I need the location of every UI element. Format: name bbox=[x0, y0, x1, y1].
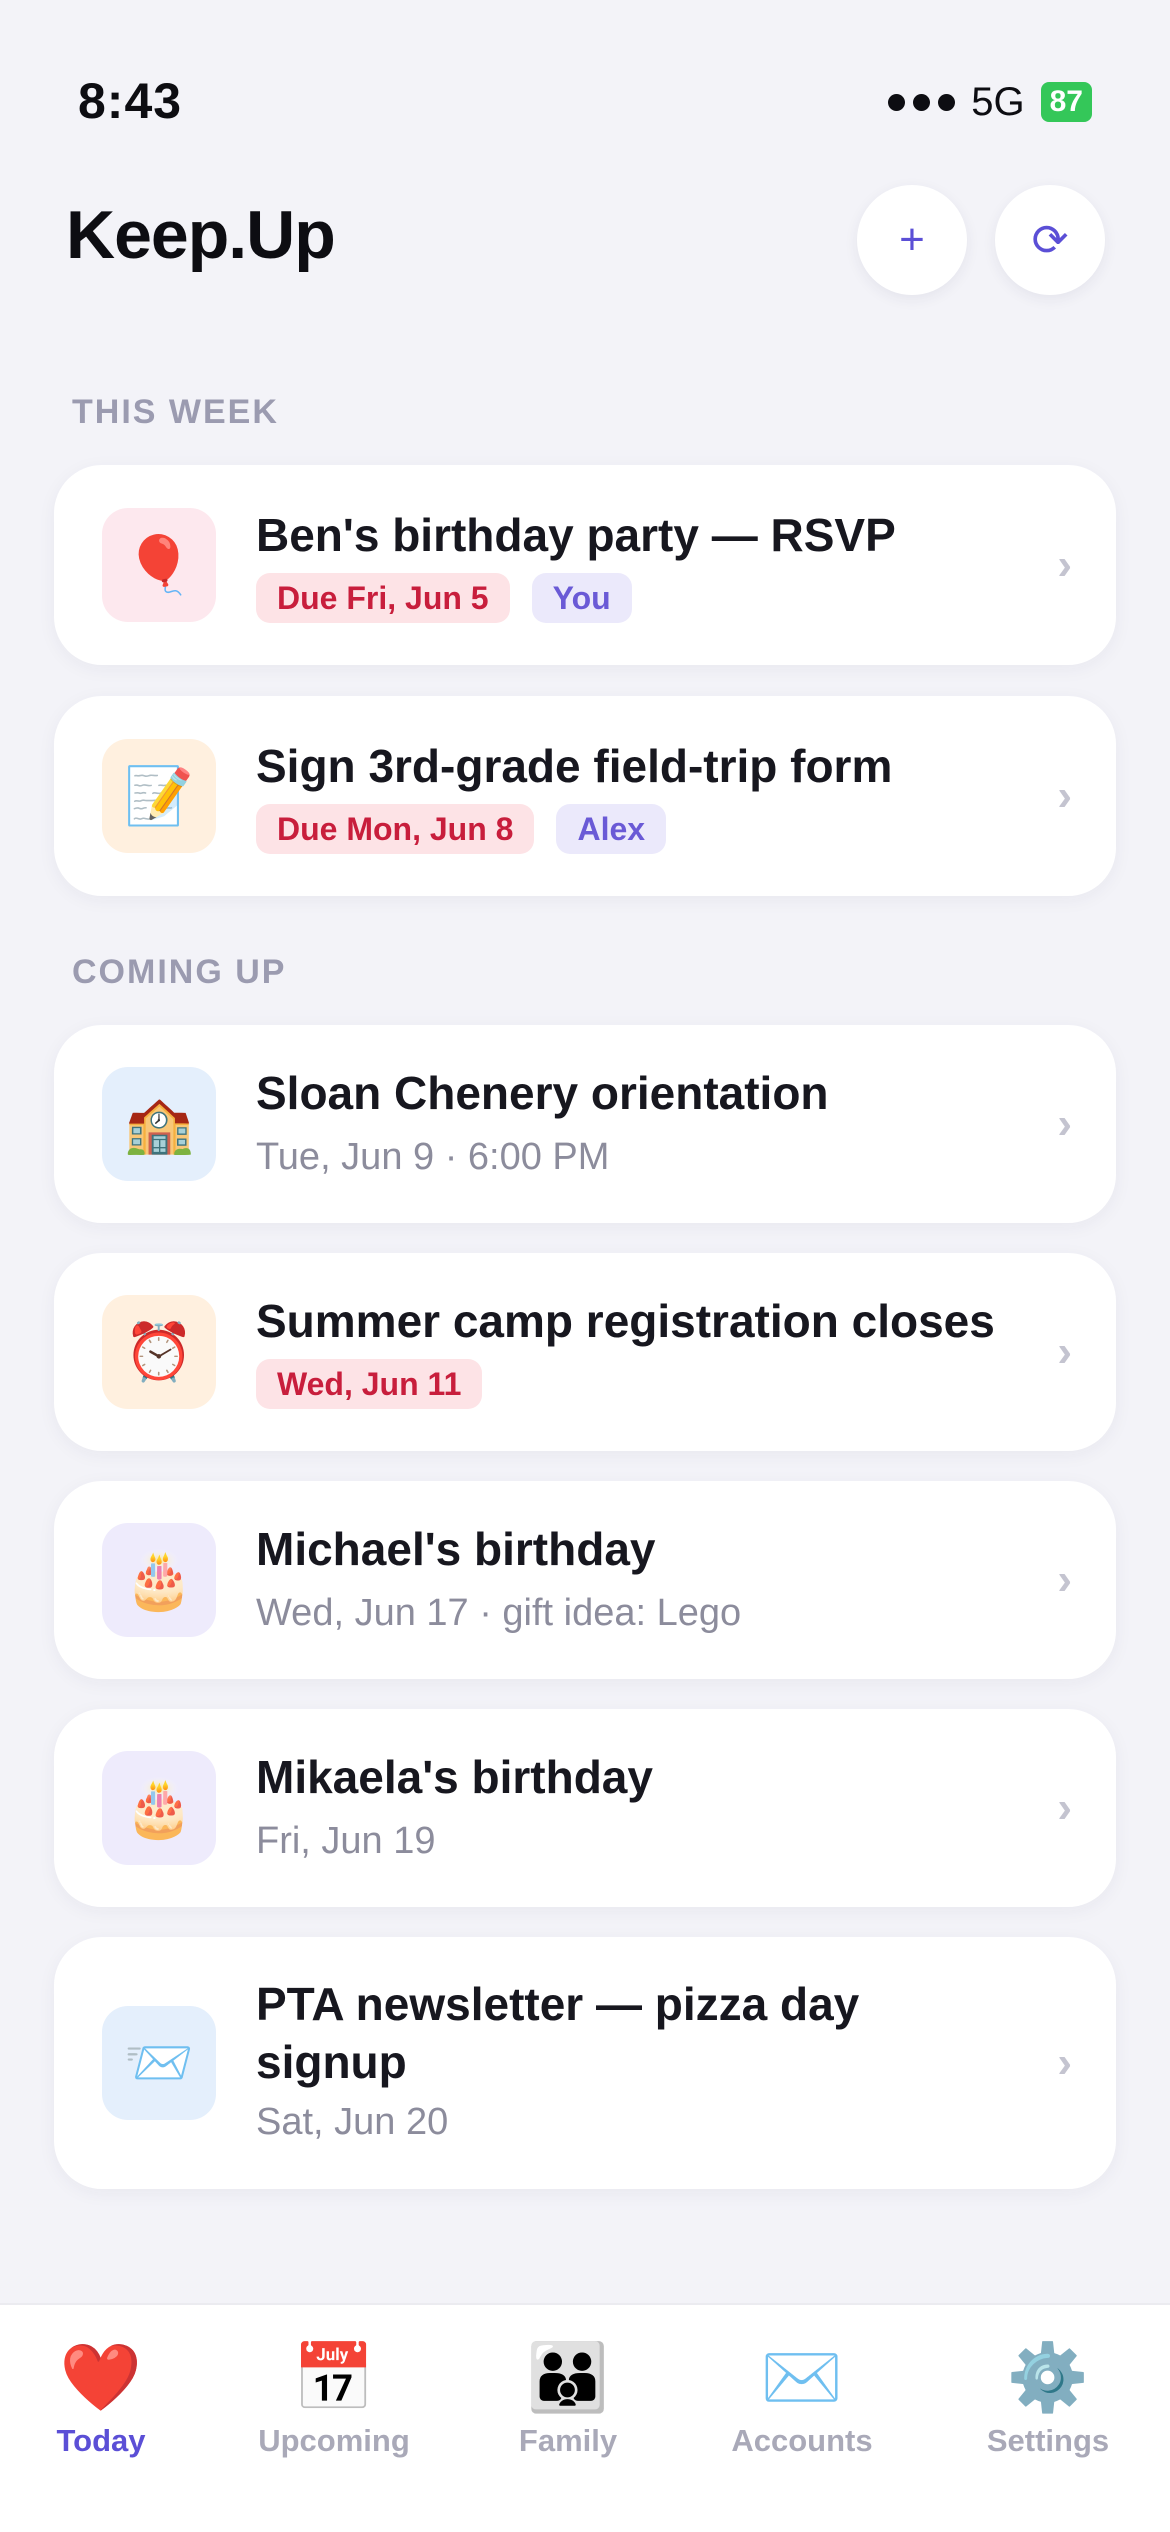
heart-icon: ❤️ bbox=[59, 2340, 143, 2414]
chevron-right-icon: › bbox=[1057, 1555, 1072, 1604]
assignee-badge: Alex bbox=[556, 804, 667, 854]
event-card[interactable]: 🎂 Michael's birthday Wed, Jun 17 · gift … bbox=[54, 1481, 1116, 1679]
tab-upcoming[interactable]: 📅 Upcoming bbox=[234, 2339, 434, 2459]
envelope-icon: 📨 bbox=[102, 2006, 216, 2120]
status-bar: 8:43 5G 87 bbox=[0, 0, 1170, 150]
card-subtitle: Tue, Jun 9 · 6:00 PM bbox=[256, 1136, 610, 1178]
card-title: Mikaela's birthday bbox=[256, 1751, 653, 1803]
card-title: Sloan Chenery orientation bbox=[256, 1067, 829, 1119]
tab-label: Upcoming bbox=[258, 2423, 410, 2458]
status-time: 8:43 bbox=[78, 73, 183, 129]
tab-today[interactable]: ❤️ Today bbox=[1, 2339, 201, 2459]
birthday-cake-icon: 🎂 bbox=[102, 1523, 216, 1637]
card-subtitle: Fri, Jun 19 bbox=[256, 1820, 436, 1862]
gear-icon: ⚙️ bbox=[1006, 2340, 1090, 2414]
card-subtitle: Sat, Jun 20 bbox=[256, 2101, 449, 2143]
task-card[interactable]: 🎈 Ben's birthday party — RSVP Due Fri, J… bbox=[54, 465, 1116, 665]
section-label-this-week: THIS WEEK bbox=[72, 393, 279, 431]
due-badge: Wed, Jun 11 bbox=[256, 1359, 483, 1409]
card-title: Sign 3rd-grade field-trip form bbox=[256, 740, 893, 792]
task-card[interactable]: 📝 Sign 3rd-grade field-trip form Due Mon… bbox=[54, 696, 1116, 896]
event-card[interactable]: 🏫 Sloan Chenery orientation Tue, Jun 9 ·… bbox=[54, 1025, 1116, 1223]
chevron-right-icon: › bbox=[1057, 1327, 1072, 1376]
chevron-right-icon: › bbox=[1057, 771, 1072, 820]
family-icon: 👪 bbox=[526, 2340, 610, 2414]
section-label-coming-up: COMING UP bbox=[72, 953, 287, 991]
event-card[interactable]: 🎂 Mikaela's birthday Fri, Jun 19 › bbox=[54, 1709, 1116, 1907]
tab-label: Today bbox=[56, 2423, 146, 2458]
tab-bar: ❤️ Today 📅 Upcoming 👪 Family ✉️ Accounts… bbox=[0, 2303, 1170, 2532]
assignee-badge: You bbox=[531, 573, 632, 623]
battery-indicator: 87 bbox=[1040, 82, 1092, 122]
tab-label: Settings bbox=[986, 2423, 1110, 2458]
card-title: PTA newsletter — pizza day signup bbox=[256, 1978, 860, 2088]
tab-accounts[interactable]: ✉️ Accounts bbox=[702, 2339, 902, 2459]
app-title: Keep.Up bbox=[66, 197, 336, 273]
plus-icon: + bbox=[899, 215, 925, 264]
mail-icon: ✉️ bbox=[760, 2340, 844, 2414]
due-badge: Due Fri, Jun 5 bbox=[256, 573, 510, 623]
card-title: Michael's birthday bbox=[256, 1523, 656, 1575]
event-card[interactable]: ⏰ Summer camp registration closes Wed, J… bbox=[54, 1253, 1116, 1451]
card-title: Summer camp registration closes bbox=[256, 1295, 995, 1347]
tab-label: Accounts bbox=[731, 2423, 873, 2458]
tab-label: Family bbox=[518, 2423, 618, 2458]
school-icon: 🏫 bbox=[102, 1067, 216, 1181]
birthday-cake-icon: 🎂 bbox=[102, 1751, 216, 1865]
chevron-right-icon: › bbox=[1057, 1783, 1072, 1832]
calendar-icon: 📅 bbox=[292, 2340, 376, 2414]
refresh-icon: ⟳ bbox=[1031, 215, 1069, 265]
chevron-right-icon: › bbox=[1057, 2038, 1072, 2087]
refresh-button[interactable]: ⟳ bbox=[995, 185, 1105, 295]
status-indicators: 5G 87 bbox=[888, 79, 1092, 124]
tab-family[interactable]: 👪 Family bbox=[468, 2339, 668, 2459]
cellular-signal-icon bbox=[888, 93, 956, 111]
event-card[interactable]: 📨 PTA newsletter — pizza day signup Sat,… bbox=[54, 1937, 1116, 2189]
alarm-clock-icon: ⏰ bbox=[102, 1295, 216, 1409]
memo-icon: 📝 bbox=[102, 739, 216, 853]
card-subtitle: Wed, Jun 17 · gift idea: Lego bbox=[256, 1592, 742, 1634]
network-type: 5G bbox=[971, 79, 1025, 124]
add-button[interactable]: + bbox=[857, 185, 967, 295]
due-badge: Due Mon, Jun 8 bbox=[256, 804, 535, 854]
tab-settings[interactable]: ⚙️ Settings bbox=[948, 2339, 1148, 2459]
balloon-icon: 🎈 bbox=[102, 508, 216, 622]
card-title: Ben's birthday party — RSVP bbox=[256, 509, 896, 561]
chevron-right-icon: › bbox=[1057, 540, 1072, 589]
chevron-right-icon: › bbox=[1057, 1099, 1072, 1148]
